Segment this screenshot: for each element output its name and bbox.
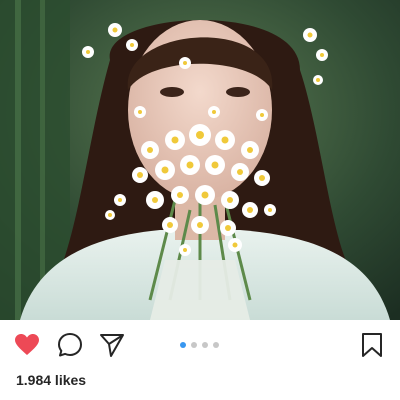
comment-button[interactable]: [56, 331, 84, 359]
post-card: 1.984 likes: [0, 0, 400, 400]
share-button[interactable]: [98, 331, 126, 359]
likes-count[interactable]: 1.984 likes: [16, 372, 86, 388]
bookmark-icon: [362, 333, 382, 357]
carousel-dot: [191, 342, 197, 348]
carousel-dot-active: [180, 342, 186, 348]
send-icon: [100, 334, 124, 357]
carousel-dot: [202, 342, 208, 348]
carousel-dot: [213, 342, 219, 348]
like-button[interactable]: [13, 331, 41, 359]
carousel-indicator: [180, 342, 219, 348]
post-photo[interactable]: [0, 0, 400, 320]
save-button[interactable]: [358, 331, 386, 359]
portrait-photo: [0, 0, 400, 320]
comment-icon: [58, 333, 82, 357]
heart-icon: [15, 334, 39, 355]
